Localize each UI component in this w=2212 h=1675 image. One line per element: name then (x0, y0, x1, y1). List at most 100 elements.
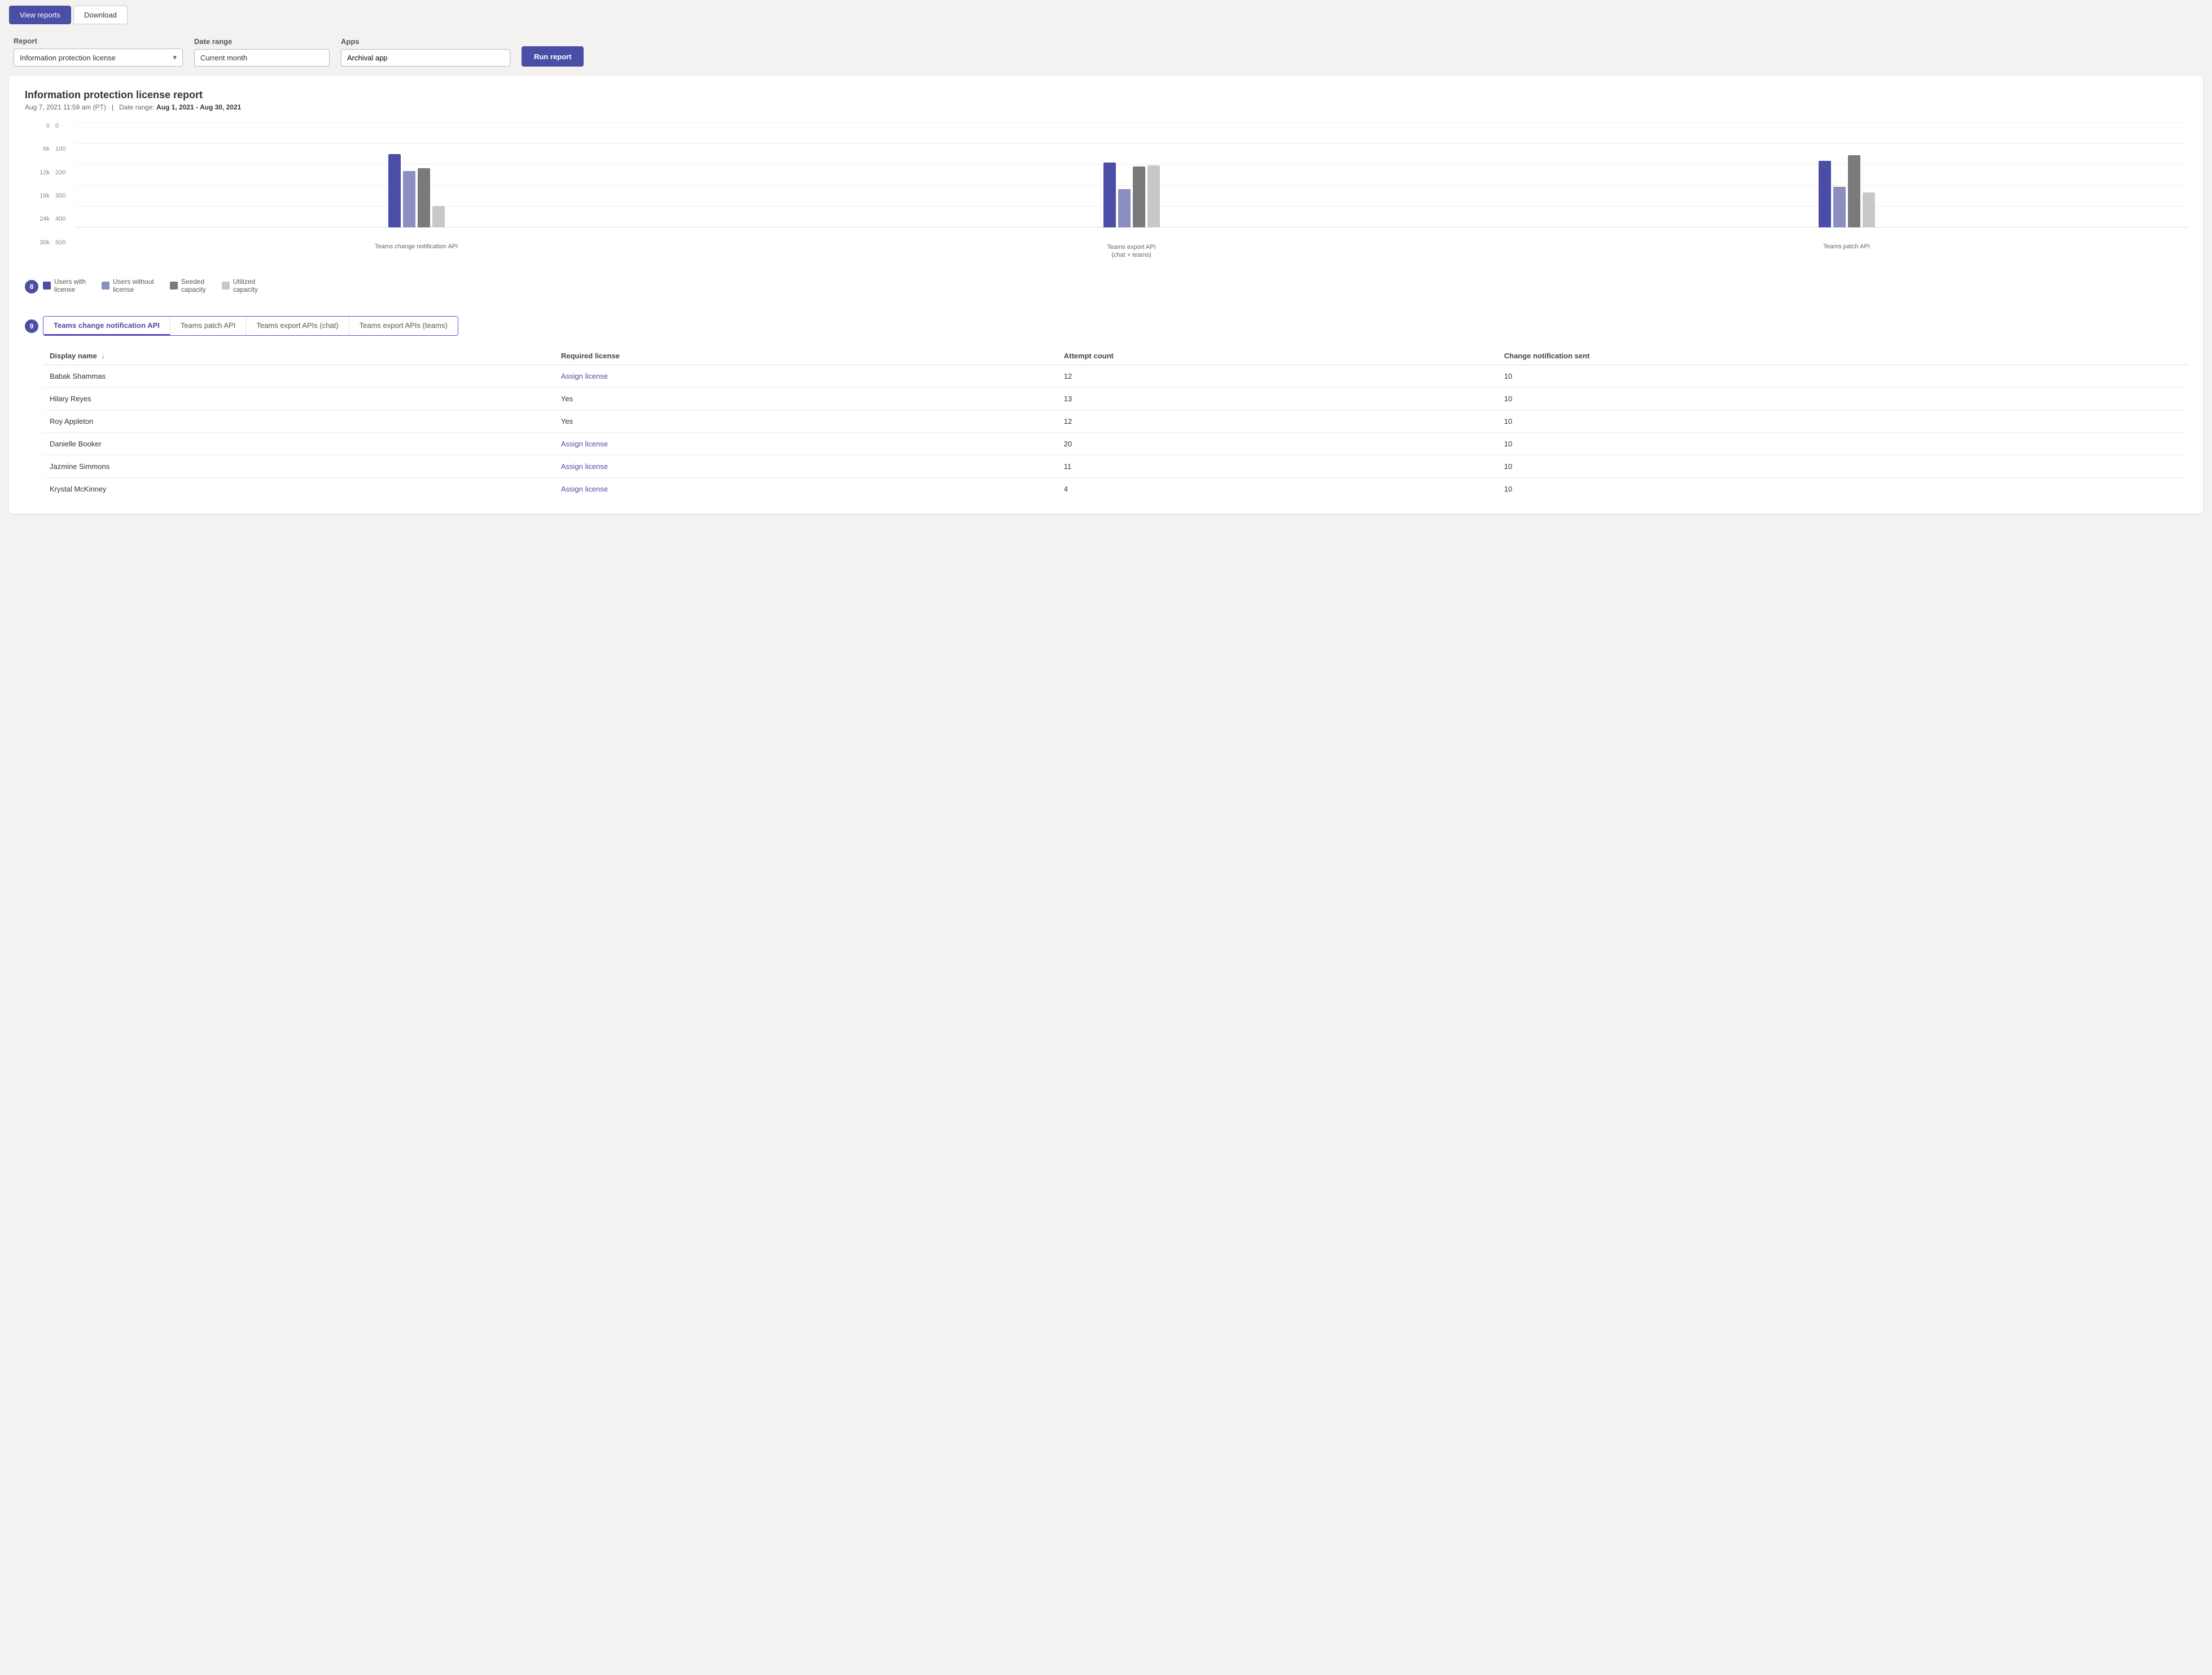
chart-bars-1 (388, 154, 445, 227)
report-meta-date: Aug 7, 2021 11:59 am (PT) (25, 103, 106, 111)
cell-display-name: Babak Shammas (43, 365, 554, 387)
apps-input[interactable] (341, 49, 510, 67)
legend-label-users-with-license: Users withlicense (54, 278, 86, 293)
cell-attempt-count: 20 (1057, 432, 1497, 455)
legend-swatch-light-gray (222, 282, 230, 290)
cell-display-name: Danielle Booker (43, 432, 554, 455)
bar-2-utilized-capacity (1147, 165, 1160, 227)
y-axis-left: 30k 24k 18k 12k 6k 0 (25, 122, 53, 260)
cell-attempt-count: 12 (1057, 365, 1497, 387)
date-range-filter-group: Date range Current month (194, 37, 330, 67)
step-8-badge: 8 (25, 280, 38, 293)
bar-3-users-without-license (1833, 187, 1846, 227)
assign-license-link[interactable]: Assign license (561, 462, 608, 471)
legend-section: 8 Users withlicense Users withoutlicense… (25, 269, 2187, 305)
report-card: Information protection license report Au… (9, 76, 2203, 514)
legend-label-seeded-capacity: Seededcapacity (181, 278, 206, 293)
x-label-3: Teams patch API (1506, 243, 2187, 260)
legend-users-without-license: Users withoutlicense (102, 278, 154, 293)
assign-license-link[interactable]: Assign license (561, 372, 608, 380)
sort-arrow-icon: ↓ (101, 352, 105, 360)
cell-required-license[interactable]: Assign license (554, 365, 1057, 387)
bar-1-users-with-license (388, 154, 401, 227)
y-axis-right: 500 400 300 200 100 0 (53, 122, 76, 260)
chart-group-3 (1506, 155, 2187, 227)
cell-required-license[interactable]: Assign license (554, 455, 1057, 477)
tabs-and-table: Teams change notification API Teams patc… (43, 316, 2187, 500)
table-row: Jazmine SimmonsAssign license1110 (43, 455, 2187, 477)
date-range-select[interactable]: Current month (194, 49, 330, 67)
legend-swatch-mid-blue (102, 282, 109, 290)
chart-bars-2 (1103, 163, 1160, 227)
tab-teams-patch[interactable]: Teams patch API (170, 317, 247, 335)
bar-2-users-without-license (1118, 189, 1131, 227)
x-label-1: Teams change notification API (76, 243, 757, 260)
cell-attempt-count: 11 (1057, 455, 1497, 477)
tab-teams-change-notification[interactable]: Teams change notification API (43, 317, 170, 335)
legend-seeded-capacity: Seededcapacity (170, 278, 206, 293)
chart-bars-3 (1819, 155, 1875, 227)
legend-utilized-capacity: Utilizedcapacity (222, 278, 258, 293)
cell-display-name: Hilary Reyes (43, 387, 554, 410)
chart-groups-container (76, 122, 2187, 241)
report-select[interactable]: Information protection license ▾ (14, 49, 183, 67)
cell-change-notification-sent: 10 (1497, 432, 2187, 455)
bar-3-seeded-capacity (1848, 155, 1860, 227)
date-range-label: Date range (194, 37, 330, 46)
col-change-notification-sent: Change notification sent (1497, 347, 2187, 365)
bar-1-utilized-capacity (432, 206, 445, 227)
report-filter-label: Report (14, 37, 183, 45)
report-title: Information protection license report (25, 89, 2187, 101)
chart-bars-area (76, 122, 2187, 241)
legend-label-users-without-license: Users withoutlicense (113, 278, 154, 293)
chart-legend: Users withlicense Users withoutlicense S… (43, 278, 258, 293)
cell-change-notification-sent: 10 (1497, 387, 2187, 410)
report-filter-group: Report Information protection license ▾ (14, 37, 183, 67)
date-range-value: Current month (200, 54, 247, 62)
cell-attempt-count: 12 (1057, 410, 1497, 432)
report-select-value: Information protection license (20, 54, 116, 62)
tab-teams-export-teams[interactable]: Teams export APIs (teams) (349, 317, 458, 335)
table-body: Babak ShammasAssign license1210Hilary Re… (43, 365, 2187, 500)
x-axis-labels: Teams change notification API Teams expo… (76, 243, 2187, 260)
chart-wrapper: Teams change notification API Teams expo… (76, 122, 2187, 260)
table-row: Danielle Booker Assign license 2010 (43, 432, 2187, 455)
tab-teams-export-chat[interactable]: Teams export APIs (chat) (246, 317, 349, 335)
assign-license-link[interactable]: Assign license (561, 485, 608, 493)
cell-change-notification-sent: 10 (1497, 455, 2187, 477)
step-9-badge: 9 (25, 319, 38, 333)
cell-change-notification-sent: 10 (1497, 365, 2187, 387)
report-meta-range-label: Date range: (119, 103, 156, 111)
table-row: Hilary ReyesYes1310 (43, 387, 2187, 410)
table-row: Roy AppletonYes1210 (43, 410, 2187, 432)
report-meta-range-value: Aug 1, 2021 - Aug 30, 2021 (156, 103, 241, 111)
chevron-down-icon: ▾ (173, 53, 177, 62)
bar-3-utilized-capacity (1863, 192, 1875, 227)
chart-section: 30k 24k 18k 12k 6k 0 500 400 300 200 100… (25, 122, 2187, 260)
cell-display-name: Krystal McKinney (43, 477, 554, 500)
cell-required-license: Yes (554, 410, 1057, 432)
cell-required-license[interactable]: Assign license (554, 477, 1057, 500)
table-row: Krystal McKinneyAssign license410 (43, 477, 2187, 500)
tabs-section-wrapper: 9 Teams change notification API Teams pa… (25, 316, 2187, 500)
apps-filter-label: Apps (341, 37, 510, 46)
table-header: Display name ↓ Required license Attempt … (43, 347, 2187, 365)
view-reports-button[interactable]: View reports (9, 6, 71, 24)
assign-license-link[interactable]: Assign license (561, 440, 608, 448)
col-required-license: Required license (554, 347, 1057, 365)
x-label-2: Teams export API(chat + teams) (791, 243, 1472, 260)
legend-users-with-license: Users withlicense (43, 278, 86, 293)
cell-display-name: Roy Appleton (43, 410, 554, 432)
col-attempt-count: Attempt count (1057, 347, 1497, 365)
download-button[interactable]: Download (73, 6, 128, 24)
report-meta: Aug 7, 2021 11:59 am (PT) | Date range: … (25, 103, 2187, 111)
chart-group-1 (76, 154, 757, 227)
cell-required-license: Yes (554, 387, 1057, 410)
cell-required-license[interactable]: Assign license (554, 432, 1057, 455)
license-table: Display name ↓ Required license Attempt … (43, 347, 2187, 500)
bar-1-seeded-capacity (418, 168, 430, 227)
api-tabs: Teams change notification API Teams patc… (43, 316, 458, 336)
run-report-button[interactable]: Run report (522, 46, 584, 67)
bar-3-users-with-license (1819, 161, 1831, 227)
legend-swatch-dark-blue (43, 282, 51, 290)
